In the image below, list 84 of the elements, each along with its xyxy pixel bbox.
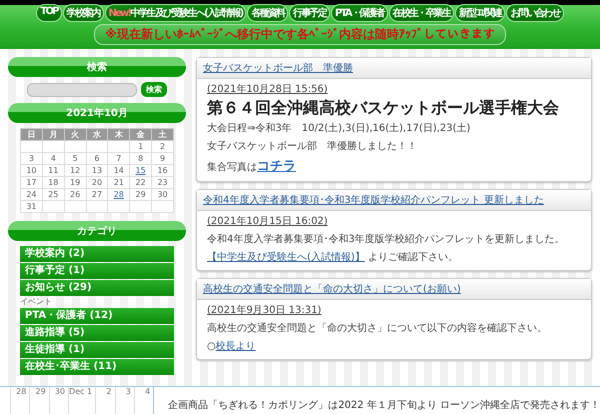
nav-link[interactable]: New!中学生及び受験生へ(入試情報) xyxy=(104,4,246,22)
category-item[interactable]: お知らせ (29) xyxy=(20,280,174,296)
weekday-header: 水 xyxy=(86,128,108,140)
calendar-day: 19 xyxy=(64,176,86,188)
search-button[interactable]: 検索 xyxy=(141,82,167,97)
post-date[interactable]: (2021年9月30日 13:31) xyxy=(207,303,322,317)
calendar-day: 9 xyxy=(152,152,174,164)
weekday-header: 火 xyxy=(64,128,86,140)
calendar-day: 20 xyxy=(86,176,108,188)
search-field[interactable] xyxy=(27,82,137,96)
calendar-day: 23 xyxy=(152,176,174,188)
calendar-day: 7 xyxy=(108,152,130,164)
calendar-day: 26 xyxy=(64,188,86,200)
category-item[interactable]: 学校案内 (2) xyxy=(20,246,174,262)
category-label: イベント xyxy=(20,297,53,307)
article-text: 【中学生及び受験生へ(入試情報)】 よりご確認下さい。 xyxy=(207,250,459,264)
nav-link[interactable]: 新型ｺﾛﾅ関連 xyxy=(454,4,506,22)
article-text: ○校長より xyxy=(207,340,257,353)
notice-banner: ※現在新しいﾎｰﾑﾍﾟｰｼﾞへ移行中です各ﾍﾟｰｼﾞ内容は随時ｱｯﾌﾟしていきます xyxy=(94,24,506,45)
text-link[interactable]: 校長より xyxy=(216,341,256,352)
calendar-day: 17 xyxy=(20,176,42,188)
article-title-link[interactable]: 高校生の交通安全問題と「命の大切さ」について(お願い) xyxy=(197,279,591,300)
calendar-day: 31 xyxy=(20,200,42,212)
day-number: 3 xyxy=(114,387,134,414)
calendar-day: 25 xyxy=(42,188,64,200)
calendar-day: 18 xyxy=(42,176,64,188)
calendar-day: 6 xyxy=(86,152,108,164)
calendar-day: 24 xyxy=(20,188,42,200)
nav-link[interactable]: 行事予定 xyxy=(289,4,330,22)
nav-link[interactable]: お問い合わせ xyxy=(506,4,564,22)
category-item[interactable]: 進路指導 (5) xyxy=(20,325,174,341)
calendar-day: 22 xyxy=(130,176,152,188)
article-title-link[interactable]: 女子バスケットボール部 準優勝 xyxy=(197,58,591,79)
weekday-header: 木 xyxy=(108,128,130,140)
day-number: 28 xyxy=(10,387,30,414)
calendar-day: 11 xyxy=(42,164,64,176)
nav-link[interactable]: 各種資料 xyxy=(247,4,288,22)
calendar-day: 29 xyxy=(130,188,152,200)
weekday-header: 土 xyxy=(152,128,174,140)
calendar-day: 30 xyxy=(152,188,174,200)
day-number: 30 xyxy=(48,387,68,414)
post-date[interactable]: (2021年10月28日 15:56) xyxy=(207,82,328,96)
post-date[interactable]: (2021年10月15日 16:02) xyxy=(207,214,328,228)
section-header: 検索 xyxy=(8,57,186,77)
calendar-day: 21 xyxy=(108,176,130,188)
article-title-link[interactable]: 令和4年度入学者募集要項･令和3年度版学校紹介パンフレット 更新しました xyxy=(197,190,591,211)
day-number: Dec 1 xyxy=(68,387,96,414)
nav-link[interactable]: 学校案内 xyxy=(62,4,104,22)
category-item[interactable]: 在校生･卒業生 (11) xyxy=(20,359,174,375)
category-item[interactable]: 生徒指導 (1) xyxy=(20,342,174,358)
section-header: 2021年10月 xyxy=(8,103,186,123)
calendar-day: 3 xyxy=(20,152,42,164)
nav-link[interactable]: TOP xyxy=(36,4,62,22)
weekday-header: 月 xyxy=(42,128,64,140)
article-text: 女子バスケットボール部 準優勝しました！！ xyxy=(207,140,418,153)
section-header: カテゴリ xyxy=(8,221,186,241)
text-link[interactable]: コチラ xyxy=(257,159,296,174)
day-number: 2 xyxy=(95,387,114,414)
day-number: 29 xyxy=(29,387,49,414)
text-link[interactable]: 【中学生及び受験生へ(入試情報)】 xyxy=(207,252,365,263)
nav-link[interactable]: 在校生・卒業生 xyxy=(388,4,454,22)
weekday-header: 金 xyxy=(130,128,152,140)
article-text: 集合写真はコチラ xyxy=(207,158,297,175)
calendar-day: 5 xyxy=(64,152,86,164)
nav-link[interactable]: PTA・保護者 xyxy=(331,4,388,22)
calendar-day: 14 xyxy=(108,164,130,176)
calendar-day: 4 xyxy=(42,152,64,164)
article-heading: 第６４回全沖縄高校バスケットボール選手権大会 xyxy=(207,98,560,119)
category-item[interactable]: PTA・保護者 (12) xyxy=(20,308,174,324)
calendar-day: 10 xyxy=(20,164,42,176)
weekday-header: 日 xyxy=(20,128,42,140)
article-text: 高校生の交通安全問題と「命の大切さ」について以下の内容を確認下さい。 xyxy=(207,322,548,335)
article-text: 大会日程⇒令和3年 10/2(土),3(日),16(土),17(日),23(土) xyxy=(207,122,472,135)
day-number: 4 xyxy=(134,387,154,414)
calendar-day: 27 xyxy=(86,188,108,200)
calendar-day: 16 xyxy=(152,164,174,176)
calendar-day: 2 xyxy=(152,140,174,152)
overlay-text: 企画商品「ちぎれる！カポリング」は2022 年１月下旬より ローソン沖縄全店で発売されます！ xyxy=(168,398,600,412)
category-item[interactable]: 行事予定 (1) xyxy=(20,263,174,279)
calendar-day: 13 xyxy=(86,164,108,176)
calendar-day: 8 xyxy=(130,152,152,164)
calendar-day: 1 xyxy=(130,140,152,152)
calendar-day: 12 xyxy=(64,164,86,176)
article-text: 令和4年度入学者募集要項･令和3年度版学校紹介パンフレットを更新しました。 xyxy=(207,232,566,246)
